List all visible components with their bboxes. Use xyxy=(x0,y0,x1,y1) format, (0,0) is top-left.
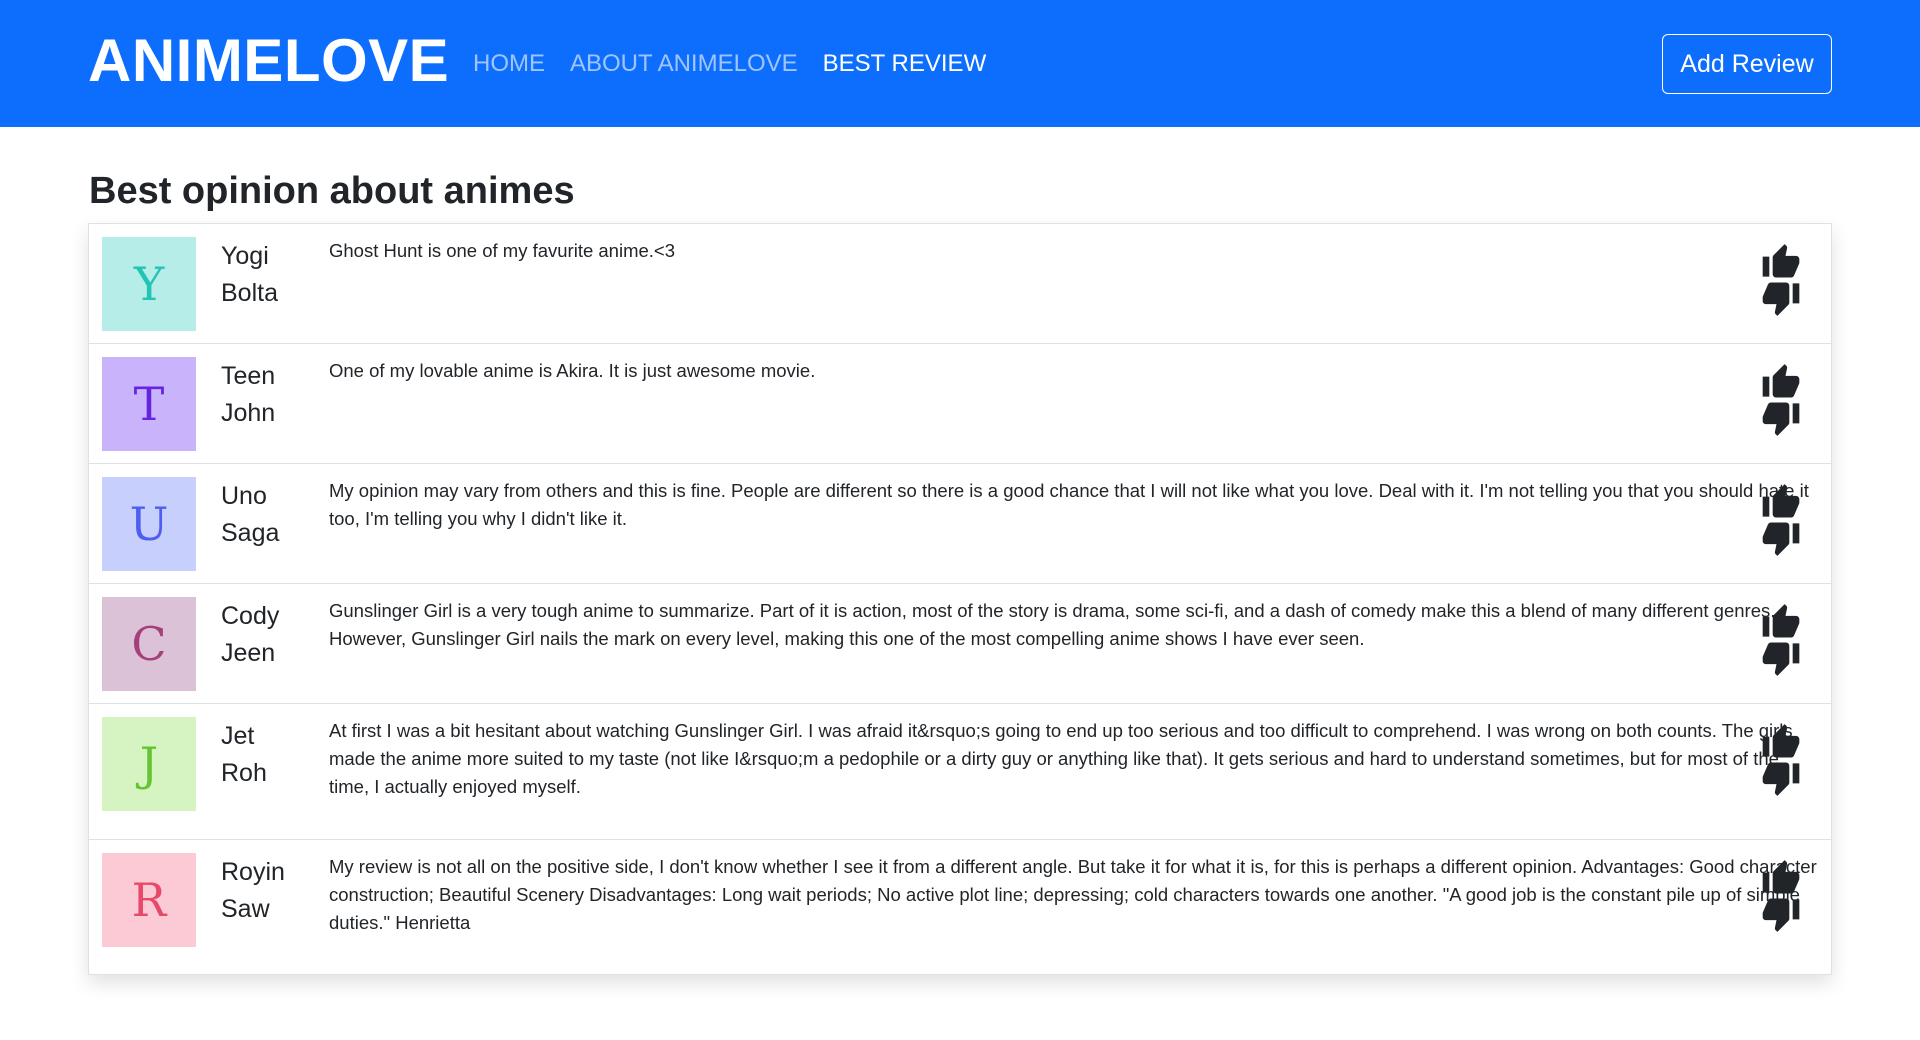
thumbs-down-icon[interactable] xyxy=(1761,640,1801,680)
thumbs-down-icon[interactable] xyxy=(1761,520,1801,560)
thumbs-up-icon[interactable] xyxy=(1761,480,1801,520)
reviewer-first-name: Cody xyxy=(221,602,280,630)
reviewer-last-name: Saw xyxy=(221,895,270,923)
brand-logo[interactable]: ANIMELOVE xyxy=(88,24,449,98)
reviewer-first-name: Uno xyxy=(221,482,267,510)
reviewer-name: Jet Roh xyxy=(221,718,321,792)
nav-link-home[interactable]: HOME xyxy=(473,46,545,82)
review-item: U Uno Saga My opinion may vary from othe… xyxy=(89,464,1831,584)
review-text: Ghost Hunt is one of my favurite anime.<… xyxy=(329,240,676,261)
page-title: Best opinion about animes xyxy=(89,170,575,212)
thumbs-up-icon[interactable] xyxy=(1761,360,1801,400)
review-item: J Jet Roh At first I was a bit hesitant … xyxy=(89,704,1831,840)
reviewer-first-name: Royin xyxy=(221,858,285,886)
thumbs-down-icon[interactable] xyxy=(1761,280,1801,320)
avatar: C xyxy=(102,597,196,691)
reviewer-first-name: Teen xyxy=(221,362,276,390)
reviewer-name: Yogi Bolta xyxy=(221,238,321,312)
reviewer-last-name: Saga xyxy=(221,519,280,547)
reviewer-name: Cody Jeen xyxy=(221,598,321,672)
add-review-button[interactable]: Add Review xyxy=(1662,34,1832,94)
review-text: One of my lovable anime is Akira. It is … xyxy=(329,360,816,381)
review-item: T Teen John One of my lovable anime is A… xyxy=(89,344,1831,464)
thumbs-down-icon[interactable] xyxy=(1761,896,1801,936)
reviewer-first-name: Yogi xyxy=(221,242,269,270)
thumbs-up-icon[interactable] xyxy=(1761,600,1801,640)
avatar: R xyxy=(102,853,196,947)
review-text: At first I was a bit hesitant about watc… xyxy=(329,720,1793,797)
review-text: My review is not all on the positive sid… xyxy=(329,856,1817,933)
thumbs-down-icon[interactable] xyxy=(1761,400,1801,440)
reviewer-last-name: John xyxy=(221,399,276,427)
avatar: U xyxy=(102,477,196,571)
nav-link-best-review[interactable]: BEST REVIEW xyxy=(823,46,987,82)
review-item: C Cody Jeen Gunslinger Girl is a very to… xyxy=(89,584,1831,704)
reviewer-last-name: Roh xyxy=(221,759,267,787)
thumbs-down-icon[interactable] xyxy=(1761,760,1801,800)
review-text: Gunslinger Girl is a very tough anime to… xyxy=(329,600,1776,649)
review-text: My opinion may vary from others and this… xyxy=(329,480,1809,529)
review-item: Y Yogi Bolta Ghost Hunt is one of my fav… xyxy=(89,224,1831,344)
nav-link-about[interactable]: ABOUT ANIMELOVE xyxy=(570,46,798,82)
reviewer-name: Teen John xyxy=(221,358,321,432)
reviewer-name: Uno Saga xyxy=(221,478,321,552)
reviewer-last-name: Bolta xyxy=(221,279,278,307)
avatar: Y xyxy=(102,237,196,331)
reviewer-first-name: Jet xyxy=(221,722,255,750)
avatar: J xyxy=(102,717,196,811)
reviewer-last-name: Jeen xyxy=(221,639,276,667)
thumbs-up-icon[interactable] xyxy=(1761,720,1801,760)
avatar: T xyxy=(102,357,196,451)
nav-links: HOME ABOUT ANIMELOVE BEST REVIEW xyxy=(473,46,986,82)
review-item: R Royin Saw My review is not all on the … xyxy=(89,840,1831,974)
reviewer-name: Royin Saw xyxy=(221,854,321,928)
thumbs-up-icon[interactable] xyxy=(1761,240,1801,280)
review-list: Y Yogi Bolta Ghost Hunt is one of my fav… xyxy=(88,223,1832,975)
navbar: ANIMELOVE HOME ABOUT ANIMELOVE BEST REVI… xyxy=(0,0,1920,127)
thumbs-up-icon[interactable] xyxy=(1761,856,1801,896)
